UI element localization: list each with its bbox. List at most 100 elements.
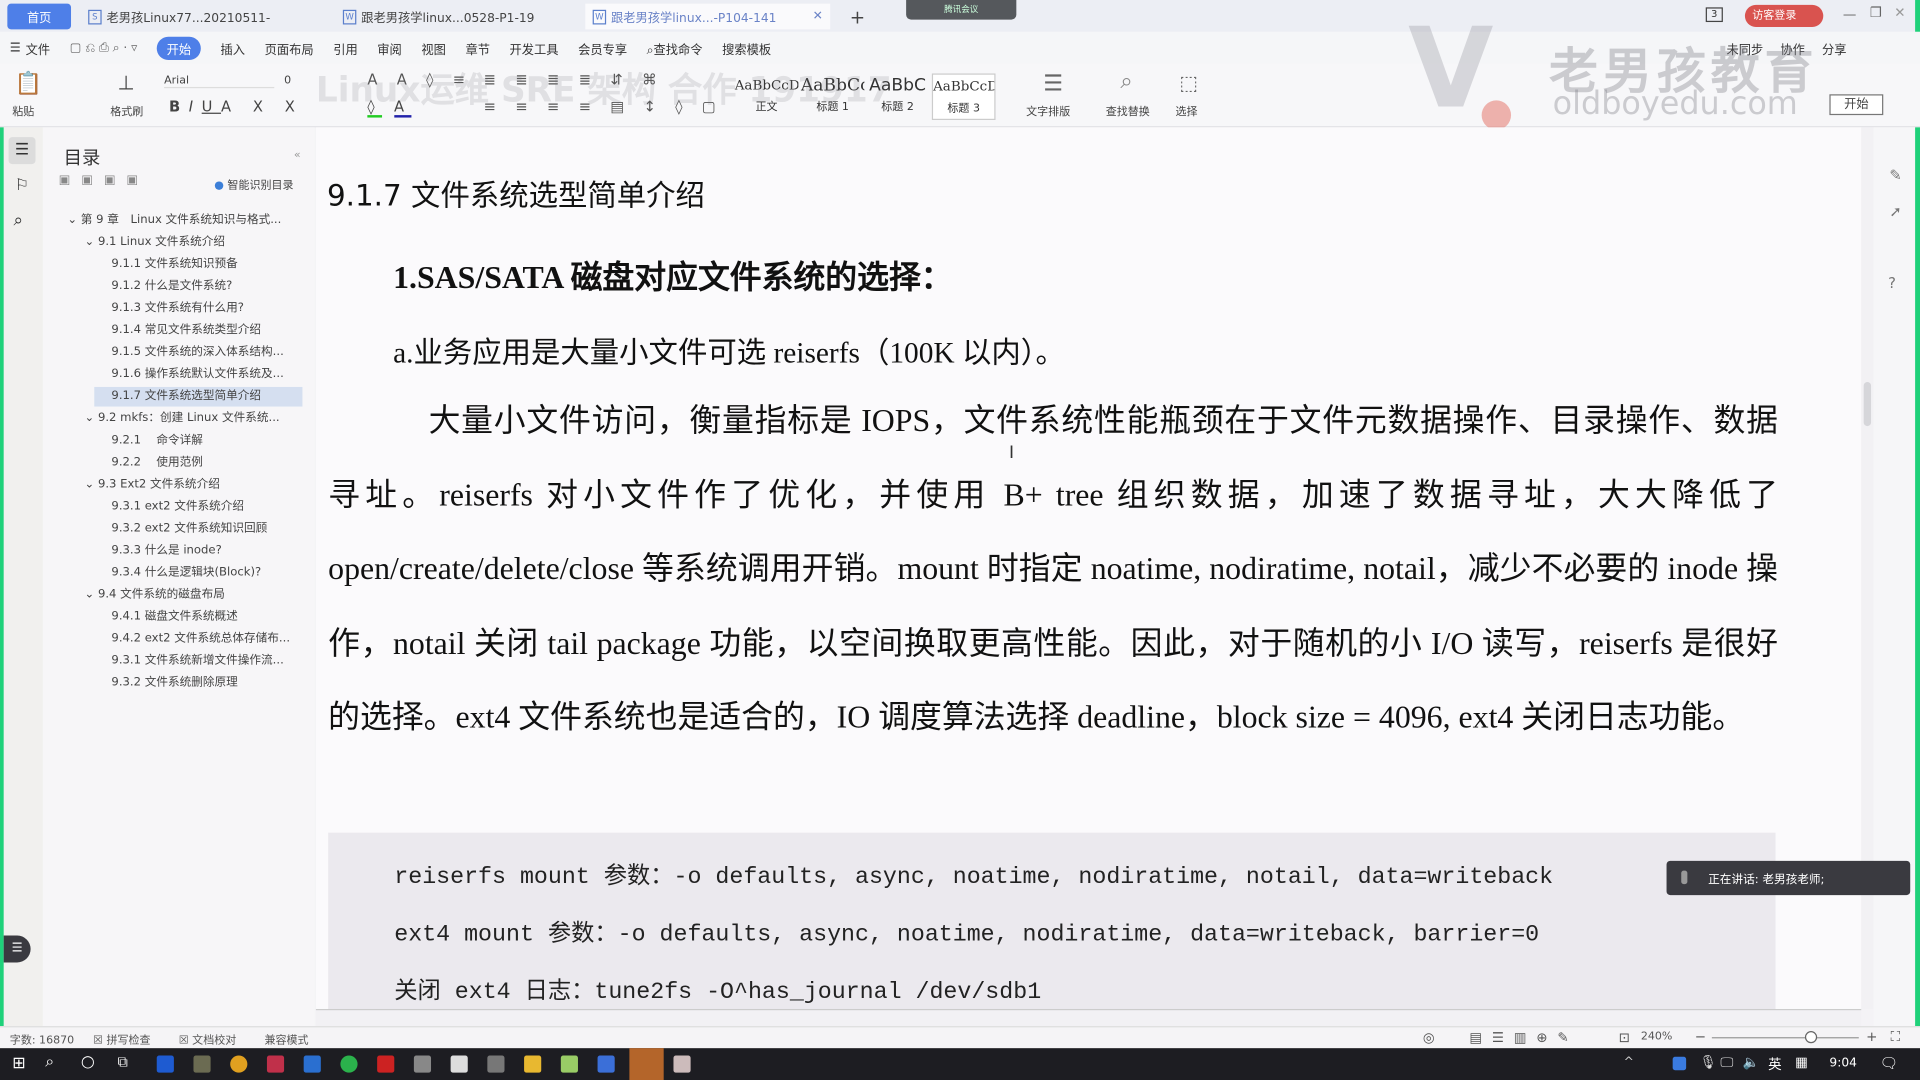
style-normal[interactable]: AaBbCcDd正文 [735, 73, 799, 120]
maximize-button[interactable]: ❐ [1870, 5, 1882, 21]
close-window-button[interactable]: ✕ [1894, 5, 1905, 21]
fit-page-icon[interactable]: ⊡ [1619, 1030, 1630, 1046]
page-count-badge[interactable]: 3 [1705, 7, 1723, 23]
toc-item[interactable]: 9.3.1 文件系统新增文件操作流... [94, 651, 302, 671]
toc-item[interactable]: ⌄ 9.4 文件系统的磁盘布局 [43, 585, 288, 605]
menu-review[interactable]: 审阅 [377, 39, 401, 56]
volume-icon[interactable]: 🔈 [1742, 1054, 1759, 1070]
outline-toggle-icon[interactable]: ☰ [3, 935, 31, 963]
toc-item[interactable]: 9.3.1 ext2 文件系统介绍 [94, 497, 302, 517]
wechat-icon[interactable] [340, 1055, 358, 1073]
text-layout-button[interactable]: 文字排版 [1026, 103, 1070, 119]
toc-item[interactable]: 9.3.4 什么是逻辑块(Block)? [94, 563, 302, 583]
paste-button[interactable]: 粘贴 [12, 103, 34, 119]
paste-icon[interactable]: 📋 [15, 71, 42, 97]
select-icon[interactable]: ⬚ [1179, 71, 1198, 94]
style-heading-2[interactable]: AaBbC 标题 2 [866, 73, 930, 120]
menu-member[interactable]: 会员专享 [578, 39, 627, 56]
toc-item[interactable]: 9.1.7 文件系统选型简单介绍 [94, 386, 303, 407]
format-painter-button[interactable]: 格式刷 [110, 103, 143, 119]
login-button[interactable]: 访客登录 [1744, 4, 1824, 27]
menu-insert[interactable]: 插入 [221, 39, 245, 56]
toc-item[interactable]: ⌄ 9.3 Ext2 文件系统介绍 [43, 475, 288, 495]
toc-item[interactable]: 9.1.3 文件系统有什么用? [94, 299, 302, 319]
app-icon[interactable] [560, 1055, 578, 1073]
find-icon[interactable]: ⌕ [1120, 69, 1132, 95]
toc-item[interactable]: 9.4.1 磁盘文件系统概述 [94, 607, 302, 627]
app-icon[interactable] [673, 1055, 691, 1073]
menu-start[interactable]: 开始 [156, 36, 201, 60]
app-icon[interactable] [450, 1055, 468, 1073]
word-icon[interactable] [597, 1055, 615, 1073]
toc-item[interactable]: ⌄ 9.1 Linux 文件系统介绍 [43, 233, 288, 253]
meeting-badge[interactable]: 腾讯会议 [906, 0, 1017, 20]
toc-item[interactable]: 9.3.2 ext2 文件系统知识回顾 [94, 519, 302, 539]
search-command[interactable]: ⌕查找命令 [647, 39, 703, 56]
microphone-icon[interactable]: 🎙 [1700, 1054, 1717, 1070]
collapse-sidebar-icon[interactable]: « [294, 149, 301, 161]
help-icon[interactable]: ? [1888, 274, 1896, 291]
doc-proof-toggle[interactable]: ☒ 文档校对 [179, 1031, 236, 1047]
tray-expand-icon[interactable]: ^ [1624, 1056, 1634, 1069]
menu-icon[interactable]: ☰ [10, 41, 21, 54]
bookmark-icon[interactable]: ⚐ [15, 176, 29, 194]
minimize-button[interactable]: — [1843, 6, 1856, 22]
chevron-down-icon[interactable]: ⌄ [84, 411, 97, 424]
toc-item[interactable]: 9.1.1 文件系统知识预备 [94, 255, 302, 275]
tab-document-3[interactable]: W 跟老男孩学linux...-P104-141 ✕ [585, 3, 831, 30]
qq-icon[interactable] [377, 1055, 395, 1073]
edit-icon[interactable]: ✎ [1889, 167, 1901, 184]
ime-indicator[interactable]: 英 [1768, 1054, 1781, 1074]
clock[interactable]: 9:04 [1829, 1057, 1857, 1070]
word-count[interactable]: 字数: 16870 [10, 1031, 74, 1047]
app-icon[interactable] [303, 1055, 321, 1073]
menu-developer[interactable]: 开发工具 [510, 39, 559, 56]
toc-item[interactable]: ⌄ 9.2 mkfs：创建 Linux 文件系统... [43, 409, 288, 429]
find-replace-button[interactable]: 查找替换 [1106, 103, 1150, 119]
quick-access-icons[interactable]: ▢ ⎌ ⎙ ⌕ · ▿ [70, 41, 138, 54]
chevron-down-icon[interactable]: ⌄ [84, 235, 97, 248]
align-buttons[interactable]: ≡ ≡ ≡ ≡ ▤ ↕ ◊ ▢ [484, 98, 724, 115]
font-style-buttons[interactable]: A A ◊ ≡ [367, 71, 472, 88]
toc-item[interactable]: 9.3.2 文件系统删除原理 [94, 673, 302, 693]
toc-icon[interactable]: ☰ [8, 137, 36, 165]
zoom-slider-handle[interactable] [1804, 1031, 1818, 1044]
text-layout-icon[interactable]: ☰ [1043, 71, 1063, 97]
windows-start-icon[interactable]: ⊞ [12, 1054, 25, 1072]
select-button[interactable]: 选择 [1176, 103, 1198, 119]
zoom-in-button[interactable]: + [1866, 1029, 1877, 1045]
network-icon[interactable]: 🖵 [1720, 1054, 1733, 1071]
toc-item[interactable]: 9.4.2 ext2 文件系统总体存储布... [94, 629, 302, 649]
toc-item[interactable]: 9.2.1 命令详解 [94, 431, 302, 451]
text-format-buttons[interactable]: BIUA X X [169, 98, 303, 115]
task-view-icon[interactable]: ⧉ [118, 1053, 129, 1071]
font-size-select[interactable]: 0 [284, 75, 291, 87]
search-icon[interactable]: ⌕ [45, 1053, 54, 1071]
toc-item[interactable]: 9.1.2 什么是文件系统? [94, 277, 302, 297]
menu-layout[interactable]: 页面布局 [265, 39, 314, 56]
zoom-slider[interactable] [1711, 1031, 1859, 1044]
menu-view[interactable]: 视图 [421, 39, 445, 56]
chrome-icon[interactable] [230, 1055, 248, 1073]
menu-section[interactable]: 章节 [465, 39, 489, 56]
scroll-thumb[interactable] [1863, 382, 1872, 427]
tab-home[interactable]: 首页 [7, 3, 72, 30]
app-icon[interactable] [266, 1055, 285, 1073]
menu-references[interactable]: 引用 [333, 39, 357, 56]
chevron-down-icon[interactable]: ⌄ [84, 478, 97, 491]
eye-protection-icon[interactable]: ◎ [1423, 1030, 1435, 1046]
ime-mode-icon[interactable]: ▦ [1795, 1054, 1808, 1070]
pointer-icon[interactable]: ➚ [1889, 203, 1901, 220]
app-icon[interactable] [487, 1055, 505, 1073]
format-painter-icon[interactable]: ⊥ [118, 71, 135, 94]
search-template[interactable]: 搜索模板 [722, 39, 771, 56]
list-buttons[interactable]: ≣ ≣ ≣ ≣ ⇵ ⌘ [484, 71, 664, 88]
style-heading-3[interactable]: AaBbCcDd标题 3 [931, 73, 996, 121]
collaborate-button[interactable]: 协作 [1780, 39, 1804, 56]
app-icon[interactable] [413, 1055, 432, 1073]
share-button[interactable]: 分享 [1822, 39, 1846, 56]
view-mode-icons[interactable]: ▤☰▥⊕✎ [1469, 1030, 1578, 1046]
spell-check-toggle[interactable]: ☒ 拼写检查 [93, 1031, 150, 1047]
tab-document-2[interactable]: W 跟老男孩学linux...0528-P1-19 [336, 4, 556, 30]
toc-item[interactable]: ⌄ 第 9 章 Linux 文件系统知识与格式... [43, 211, 288, 231]
